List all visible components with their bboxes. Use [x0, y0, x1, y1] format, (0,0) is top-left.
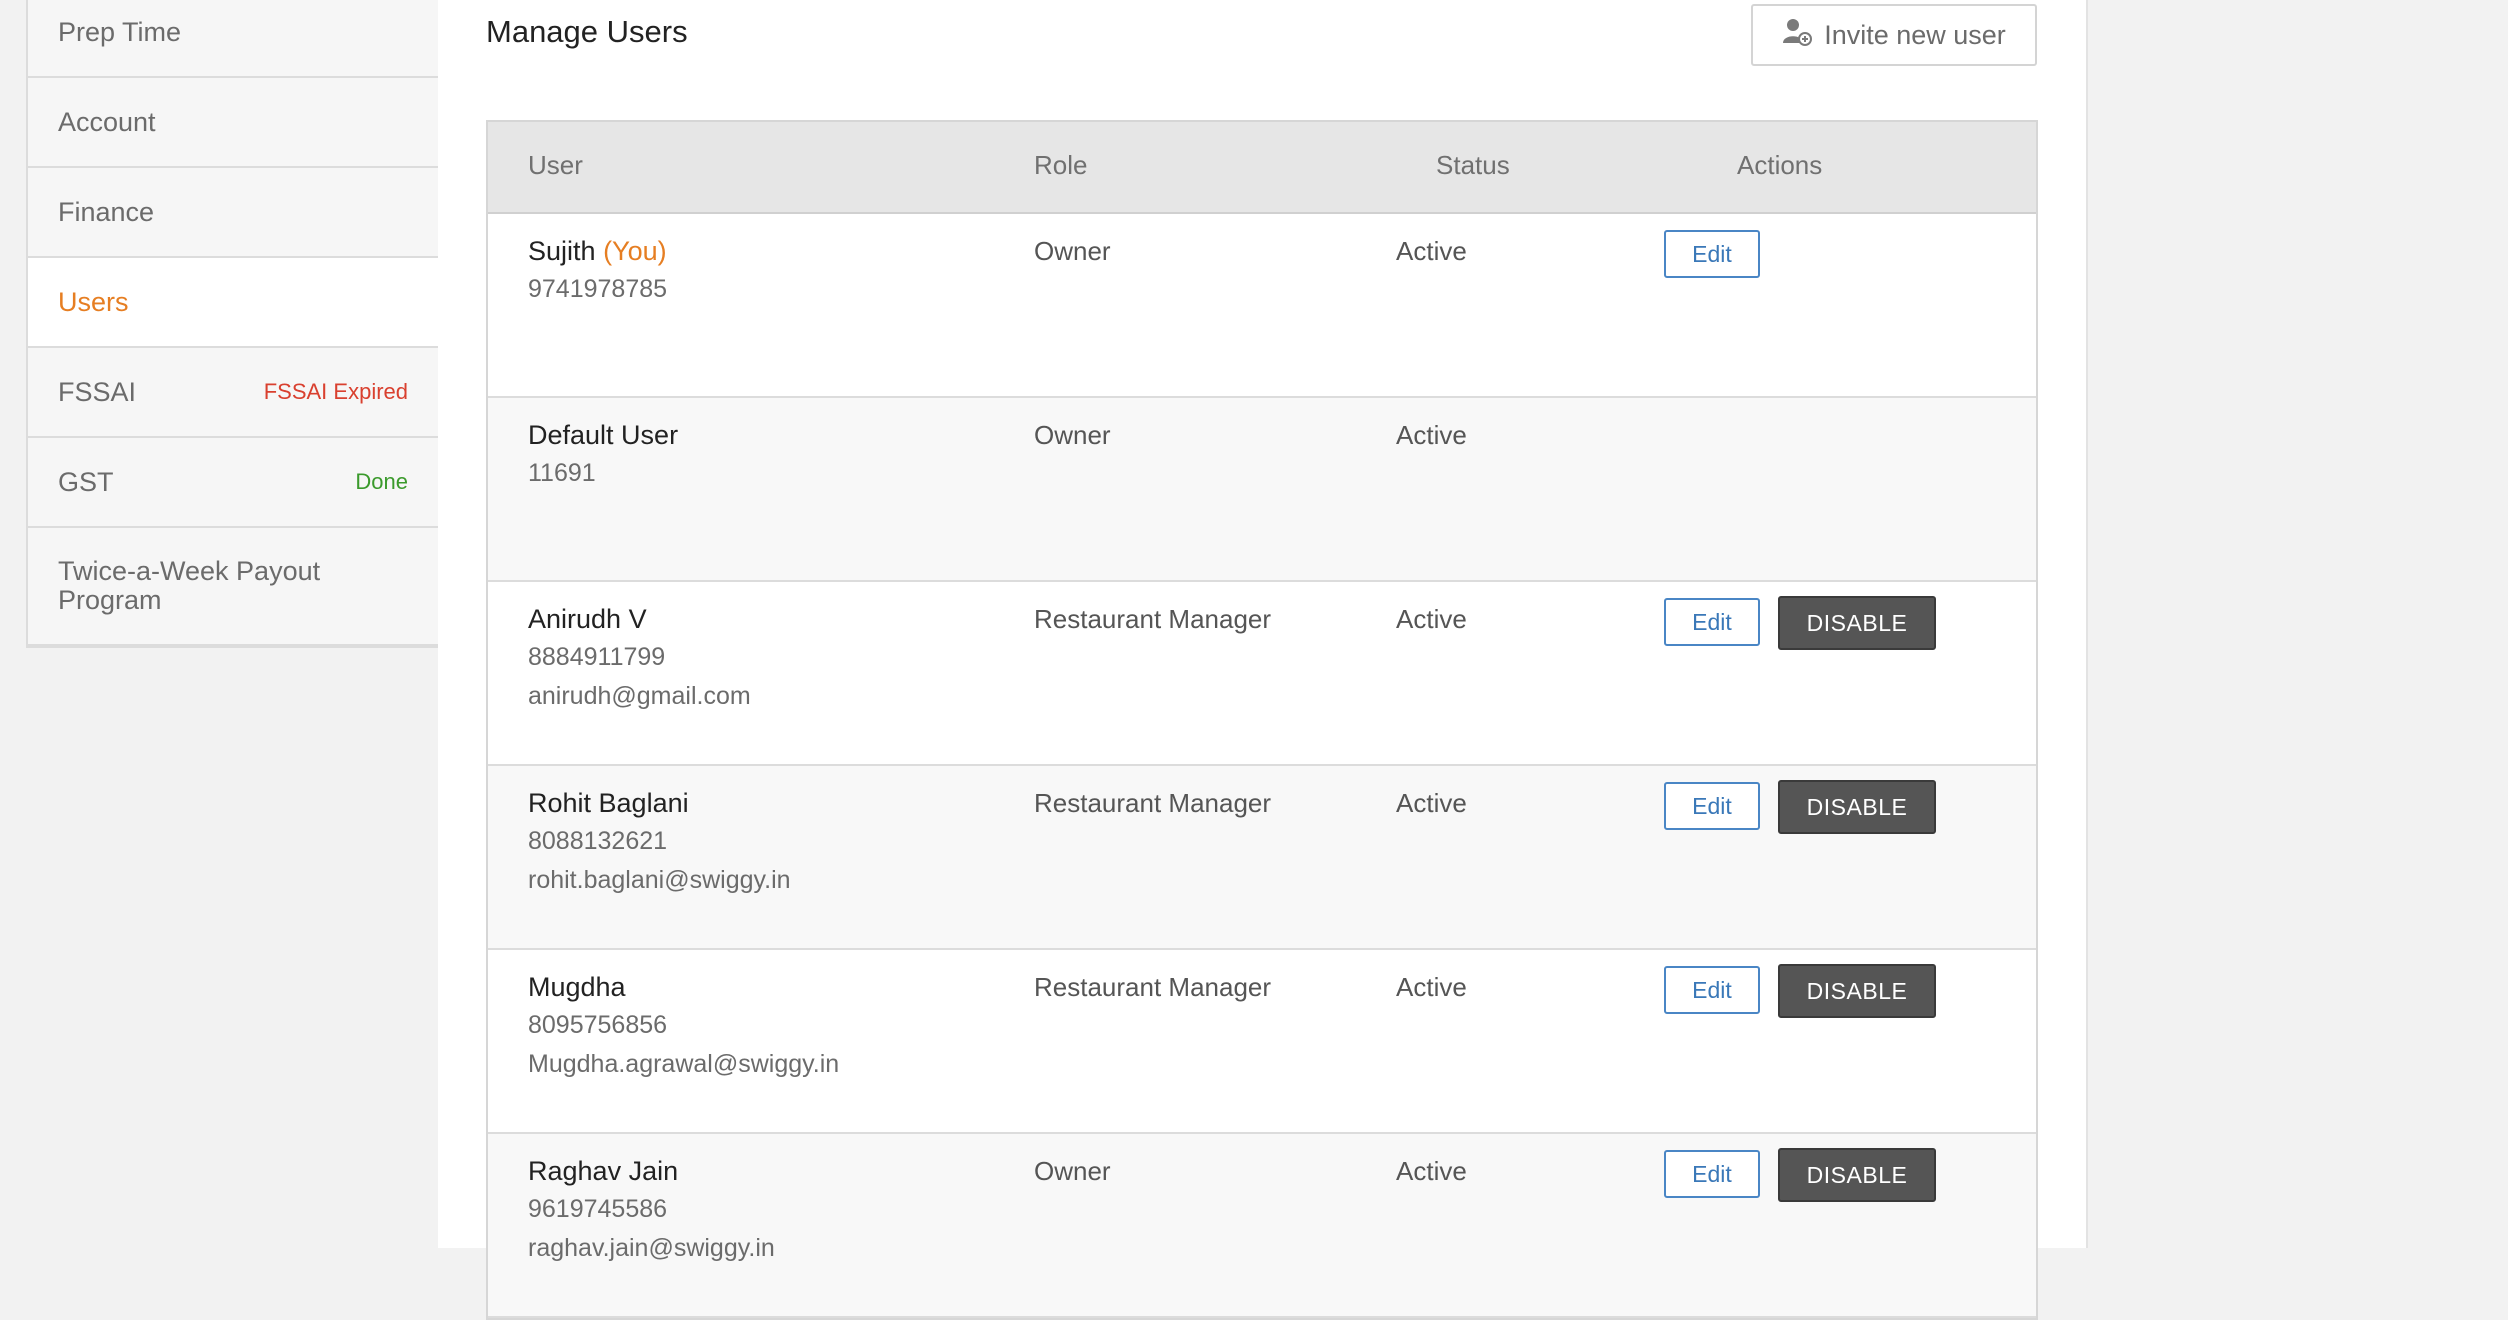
user-cell: Anirudh V 8884911799 anirudh@gmail.com — [528, 604, 751, 711]
add-user-icon — [1782, 17, 1813, 54]
main-panel: Manage Users Invite new user User Role S… — [438, 0, 2088, 1320]
user-email: Mugdha.agrawal@swiggy.in — [528, 1050, 840, 1078]
users-table: User Role Status Actions Sujith (You) 97… — [486, 120, 2038, 1320]
invite-user-button[interactable]: Invite new user — [1751, 4, 2037, 66]
sidebar-item-gst[interactable]: GST Done — [28, 438, 438, 528]
table-row: Sujith (You) 9741978785 Owner Active Edi… — [488, 214, 2036, 398]
user-phone: 8884911799 — [528, 643, 666, 671]
edit-button[interactable]: Edit — [1664, 1150, 1760, 1198]
table-row: Mugdha 8095756856 Mugdha.agrawal@swiggy.… — [488, 950, 2036, 1134]
user-email: rohit.baglani@swiggy.in — [528, 866, 791, 894]
disable-button[interactable]: DISABLE — [1778, 780, 1936, 834]
user-cell: Sujith (You) 9741978785 — [528, 236, 667, 304]
user-role: Owner — [1034, 420, 1111, 450]
sidebar-item-label: GST — [58, 466, 114, 497]
user-email: raghav.jain@swiggy.in — [528, 1234, 775, 1262]
user-role: Restaurant Manager — [1034, 604, 1272, 634]
edit-button[interactable]: Edit — [1664, 966, 1760, 1014]
edit-button[interactable]: Edit — [1664, 598, 1760, 646]
user-status: Active — [1396, 236, 1467, 266]
user-name: Mugdha — [528, 972, 626, 1002]
user-cell: Mugdha 8095756856 Mugdha.agrawal@swiggy.… — [528, 972, 839, 1079]
user-status: Active — [1396, 972, 1467, 1002]
user-name: Anirudh V — [528, 604, 647, 634]
sidebar-item-label: FSSAI — [58, 376, 137, 407]
user-name: Rohit Baglani — [528, 788, 689, 818]
user-cell: Raghav Jain 9619745586 raghav.jain@swigg… — [528, 1156, 775, 1263]
settings-sidebar: Prep Time Account Finance Users FSSAI FS… — [26, 0, 440, 648]
sidebar-item-label: Finance — [58, 196, 155, 227]
user-role: Owner — [1034, 1156, 1111, 1186]
user-phone: 8088132621 — [528, 827, 668, 855]
sidebar-item-payout-program[interactable]: Twice-a-Week Payout Program — [28, 528, 438, 646]
table-header: User Role Status Actions — [488, 122, 2036, 214]
user-name: Default User — [528, 420, 679, 450]
column-header-actions: Actions — [1737, 150, 1823, 180]
edit-button[interactable]: Edit — [1664, 782, 1760, 830]
fssai-status-badge: FSSAI Expired — [263, 379, 408, 404]
sidebar-item-prep-time[interactable]: Prep Time — [28, 0, 438, 78]
page-title: Manage Users — [486, 14, 688, 49]
user-name: Raghav Jain — [528, 1156, 679, 1186]
user-email: anirudh@gmail.com — [528, 682, 751, 710]
disable-button[interactable]: DISABLE — [1778, 964, 1936, 1018]
current-user-tag: (You) — [603, 236, 667, 266]
user-status: Active — [1396, 788, 1467, 818]
column-header-user: User — [528, 150, 583, 180]
column-header-role: Role — [1034, 150, 1088, 180]
user-cell: Rohit Baglani 8088132621 rohit.baglani@s… — [528, 788, 791, 895]
column-header-status: Status — [1436, 150, 1510, 180]
user-cell: Default User 11691 — [528, 420, 678, 488]
table-row: Rohit Baglani 8088132621 rohit.baglani@s… — [488, 766, 2036, 950]
disable-button[interactable]: DISABLE — [1778, 1148, 1936, 1202]
sidebar-item-label: Prep Time — [58, 16, 182, 47]
user-role: Owner — [1034, 236, 1111, 266]
invite-button-label: Invite new user — [1824, 19, 2006, 50]
user-role: Restaurant Manager — [1034, 972, 1272, 1002]
table-row: Default User 11691 Owner Active — [488, 398, 2036, 582]
user-name: Sujith — [528, 236, 596, 266]
table-row: Anirudh V 8884911799 anirudh@gmail.com R… — [488, 582, 2036, 766]
sidebar-item-label: Users — [58, 286, 129, 317]
user-phone: 11691 — [528, 459, 596, 487]
user-status: Active — [1396, 420, 1467, 450]
sidebar-item-label: Twice-a-Week Payout Program — [58, 556, 321, 615]
gst-status-badge: Done — [355, 469, 408, 494]
user-status: Active — [1396, 1156, 1467, 1186]
sidebar-item-label: Account — [58, 106, 156, 137]
user-status: Active — [1396, 604, 1467, 634]
sidebar-item-fssai[interactable]: FSSAI FSSAI Expired — [28, 348, 438, 438]
disable-button[interactable]: DISABLE — [1778, 596, 1936, 650]
table-row: Raghav Jain 9619745586 raghav.jain@swigg… — [488, 1134, 2036, 1318]
sidebar-item-users[interactable]: Users — [28, 258, 438, 348]
sidebar-item-account[interactable]: Account — [28, 78, 438, 168]
user-phone: 8095756856 — [528, 1011, 668, 1039]
user-phone: 9619745586 — [528, 1195, 668, 1223]
user-role: Restaurant Manager — [1034, 788, 1272, 818]
user-phone: 9741978785 — [528, 275, 668, 303]
edit-button[interactable]: Edit — [1664, 230, 1760, 278]
sidebar-item-finance[interactable]: Finance — [28, 168, 438, 258]
